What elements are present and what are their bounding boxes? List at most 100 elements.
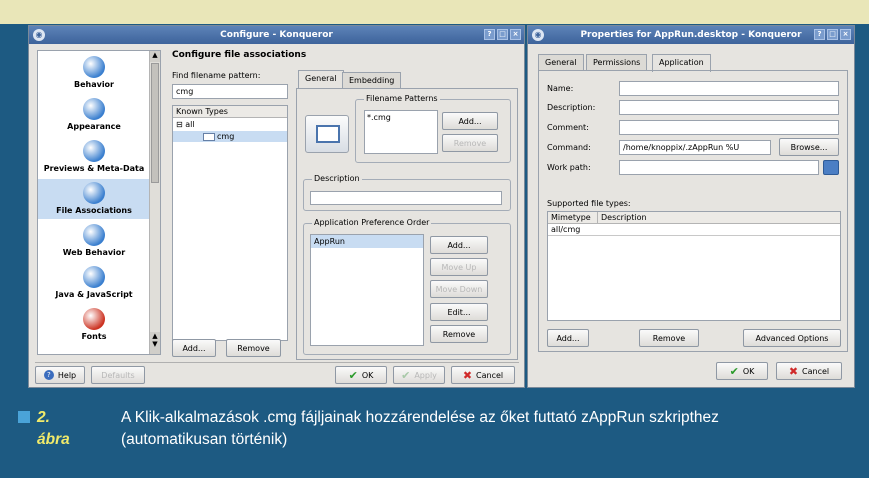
- sidebar-item-java[interactable]: Java & JavaScript: [38, 263, 150, 303]
- remove-type-button[interactable]: Remove: [226, 339, 281, 357]
- name-label: Name:: [547, 84, 574, 93]
- pattern-add-button[interactable]: Add...: [442, 112, 498, 130]
- tab-general[interactable]: General: [298, 70, 344, 88]
- sidebar-scrollbar[interactable]: ▲ ▲ ▼: [149, 51, 160, 354]
- description-input[interactable]: [310, 191, 502, 205]
- tree-child-cmg[interactable]: cmg: [173, 131, 287, 142]
- description-title: Description: [312, 174, 362, 183]
- app-move-down-button[interactable]: Move Down: [430, 280, 488, 298]
- properties-window: ◉ Properties for AppRun.desktop - Konque…: [527, 25, 855, 388]
- sidebar-item-web-behavior[interactable]: Web Behavior: [38, 221, 150, 261]
- prop-cancel-button[interactable]: ✖ Cancel: [776, 362, 842, 380]
- scroll-down-icon[interactable]: ▲ ▼: [150, 332, 160, 354]
- sidebar-item-file-associations[interactable]: File Associations: [38, 179, 150, 219]
- sidebar-item-behavior[interactable]: Behavior: [38, 53, 150, 93]
- caption-bullet-icon: [18, 411, 30, 423]
- col-mimetype[interactable]: Mimetype: [548, 212, 598, 223]
- app-edit-button[interactable]: Edit...: [430, 303, 488, 321]
- find-label: Find filename pattern:: [172, 71, 261, 80]
- configure-titlebar[interactable]: ◉ Configure - Konqueror ? □ ×: [29, 26, 524, 44]
- sidebar-item-previews[interactable]: Previews & Meta-Data: [38, 137, 150, 177]
- sidebar: Behavior Appearance Previews & Meta-Data Fi…: [37, 50, 161, 355]
- known-types-header: Known Types: [173, 106, 287, 118]
- sidebar-item-label: Fonts: [81, 332, 107, 341]
- scroll-up-icon[interactable]: ▲: [150, 51, 160, 62]
- file-associations-icon: [83, 182, 105, 204]
- folder-open-icon[interactable]: [823, 160, 839, 175]
- tab-prop-general[interactable]: General: [538, 54, 584, 70]
- workpath-input[interactable]: [619, 160, 819, 175]
- prop-remove-button[interactable]: Remove: [639, 329, 699, 347]
- description-label: Description:: [547, 103, 596, 112]
- help-icon: ?: [43, 370, 54, 380]
- prop-add-button[interactable]: Add...: [547, 329, 589, 347]
- pattern-list[interactable]: *.cmg: [364, 110, 438, 154]
- name-input[interactable]: [619, 81, 839, 96]
- prop-description-input[interactable]: [619, 100, 839, 115]
- close-icon[interactable]: ×: [510, 29, 521, 40]
- sidebar-item-fonts[interactable]: Fonts: [38, 305, 150, 345]
- advanced-options-button[interactable]: Advanced Options: [743, 329, 841, 347]
- page-header: Configure file associations: [172, 50, 307, 60]
- mimetype-table[interactable]: Mimetype Description all/cmg: [547, 211, 841, 321]
- description-group: Description: [303, 174, 511, 211]
- ok-label: OK: [361, 370, 374, 380]
- pattern-remove-button[interactable]: Remove: [442, 134, 498, 152]
- tab-prop-permissions[interactable]: Permissions: [586, 54, 648, 70]
- app-add-button[interactable]: Add...: [430, 236, 488, 254]
- command-input[interactable]: /home/knoppix/.zAppRun %U: [619, 140, 771, 155]
- cancel-button[interactable]: ✖ Cancel: [451, 366, 515, 384]
- apply-check-icon: ✔: [401, 368, 411, 382]
- fonts-icon: [83, 308, 105, 330]
- file-type-icon: [203, 132, 215, 141]
- web-behavior-icon: [83, 224, 105, 246]
- scroll-thumb[interactable]: [151, 63, 159, 183]
- known-types-tree[interactable]: Known Types ⊟ all cmg: [172, 105, 288, 341]
- col-description[interactable]: Description: [598, 212, 650, 223]
- cancel-x-icon: ✖: [462, 368, 473, 382]
- table-row[interactable]: all/cmg: [548, 224, 840, 236]
- app-list-item[interactable]: AppRun: [311, 235, 423, 248]
- browse-button[interactable]: Browse...: [779, 138, 839, 156]
- window-menu-icon-2[interactable]: ◉: [532, 29, 544, 41]
- tab-embedding[interactable]: Embedding: [342, 72, 402, 88]
- window-title: Configure - Konqueror: [220, 30, 333, 40]
- app-list[interactable]: AppRun: [310, 234, 424, 346]
- window-menu-icon[interactable]: ◉: [33, 29, 45, 41]
- help-button[interactable]: ? Help: [35, 366, 85, 384]
- app-move-up-button[interactable]: Move Up: [430, 258, 488, 276]
- apply-button[interactable]: ✔ Apply: [393, 366, 445, 384]
- cancel-label: Cancel: [476, 370, 504, 380]
- help-title-icon-2[interactable]: ?: [814, 29, 825, 40]
- sidebar-item-appearance[interactable]: Appearance: [38, 95, 150, 135]
- caption-text: A Klik-alkalmazások .cmg fájljainak hozz…: [121, 409, 719, 448]
- comment-input[interactable]: [619, 120, 839, 135]
- help-title-icon[interactable]: ?: [484, 29, 495, 40]
- tab-area: General Embedding Filename Patterns *.cm…: [296, 70, 518, 360]
- file-type-large-icon[interactable]: [305, 115, 349, 153]
- close-icon-2[interactable]: ×: [840, 29, 851, 40]
- previews-icon: [83, 140, 105, 162]
- add-type-button[interactable]: Add...: [172, 339, 216, 357]
- properties-title: Properties for AppRun.desktop - Konquero…: [580, 30, 802, 40]
- prop-ok-button[interactable]: ✔ OK: [716, 362, 768, 380]
- tree-child-label: cmg: [217, 132, 235, 141]
- maximize-icon-2[interactable]: □: [827, 29, 838, 40]
- tab-panel: Filename Patterns *.cmg Add... Remove De…: [296, 88, 518, 360]
- ok-button[interactable]: ✔ OK: [335, 366, 387, 384]
- find-input[interactable]: cmg: [172, 84, 288, 99]
- pattern-item[interactable]: *.cmg: [367, 113, 391, 122]
- prop-check-icon: ✔: [729, 364, 739, 378]
- defaults-button[interactable]: Defaults: [91, 366, 145, 384]
- sidebar-item-label: Previews & Meta-Data: [43, 164, 145, 173]
- tree-root[interactable]: ⊟ all: [173, 118, 287, 131]
- configure-window: ◉ Configure - Konqueror ? □ × Behavior Ap…: [28, 25, 525, 388]
- apply-label: Apply: [414, 370, 437, 380]
- app-remove-button[interactable]: Remove: [430, 325, 488, 343]
- maximize-icon[interactable]: □: [497, 29, 508, 40]
- java-icon: [83, 266, 105, 288]
- properties-titlebar[interactable]: ◉ Properties for AppRun.desktop - Konque…: [528, 26, 854, 44]
- comment-label: Comment:: [547, 123, 589, 132]
- prop-cancel-x-icon: ✖: [788, 364, 799, 378]
- behavior-icon: [83, 56, 105, 78]
